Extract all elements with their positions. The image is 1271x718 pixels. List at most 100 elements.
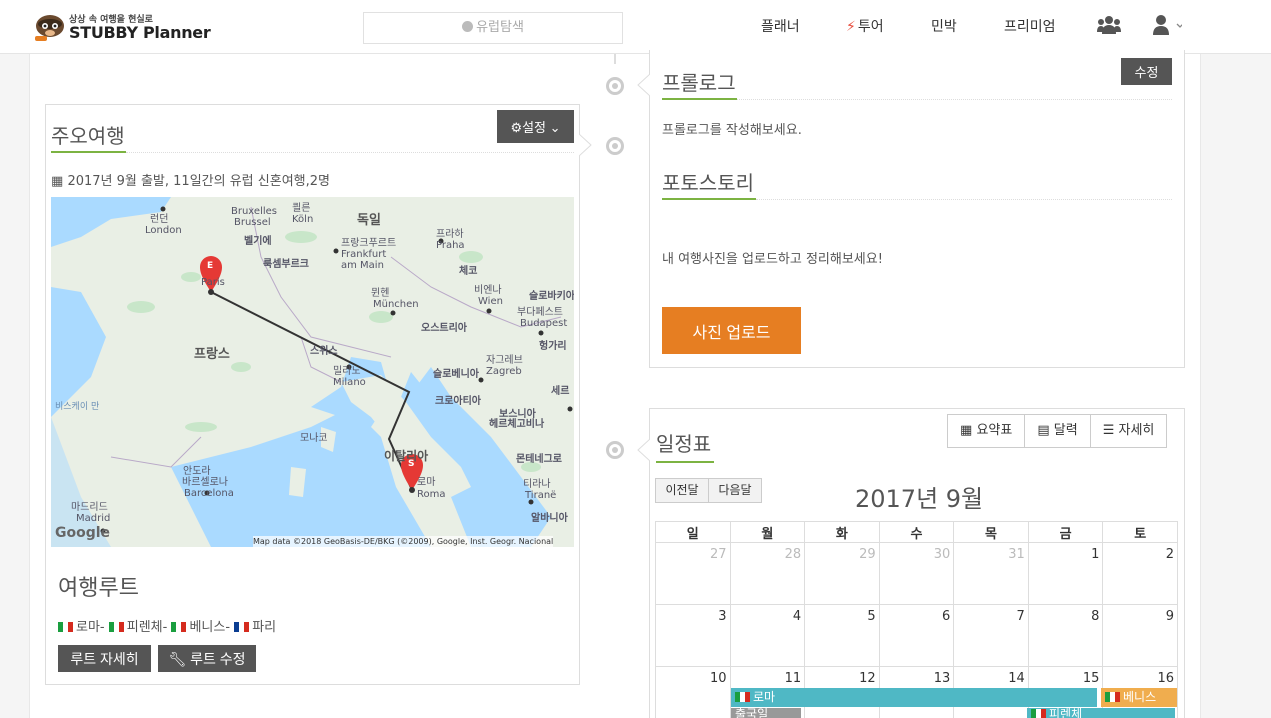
- map-label: 비엔나: [474, 285, 502, 296]
- calendar-day[interactable]: 1: [1027, 542, 1104, 605]
- weekday-header: 금: [1027, 521, 1104, 543]
- next-month-button[interactable]: 다음달: [708, 478, 762, 503]
- nav-premium[interactable]: 프리미엄: [1004, 16, 1056, 36]
- italy-flag-icon: [735, 692, 750, 702]
- view-tabs: ▦ 요약표 ▤ 달력 ☰ 자세히: [947, 414, 1168, 448]
- calendar-day[interactable]: 7: [953, 604, 1029, 667]
- italy-flag-icon: [171, 622, 187, 632]
- map-label: München: [373, 299, 419, 310]
- italy-flag-icon: [108, 622, 124, 632]
- schedule-title: 일정표: [656, 432, 712, 456]
- trip-summary-text: 2017년 9월 출발, 11일간의 유럽 신혼여행,2명: [67, 174, 330, 189]
- italy-flag-icon: [1031, 709, 1046, 718]
- prev-month-button[interactable]: 이전달: [655, 478, 709, 503]
- route-detail-button[interactable]: 루트 자세히: [58, 645, 151, 672]
- calendar-day[interactable]: 2: [1102, 542, 1178, 605]
- calendar-day[interactable]: 10: [655, 666, 731, 718]
- timeline-line: [614, 54, 616, 64]
- timeline-dot: [606, 441, 624, 459]
- calendar-day[interactable]: 4: [729, 604, 806, 667]
- nav-minbak[interactable]: 민박: [931, 16, 957, 36]
- calendar-day[interactable]: 28: [729, 542, 806, 605]
- map-label: 알바니아: [531, 513, 568, 524]
- nav-planner[interactable]: 플래너: [761, 16, 800, 36]
- list-icon: ☰: [1102, 423, 1115, 438]
- tab-calendar[interactable]: ▤ 달력: [1025, 415, 1091, 447]
- marker-label: S: [408, 459, 415, 469]
- map-label: Bruxelles: [231, 206, 277, 217]
- event-bar-departure[interactable]: 출국일: [731, 708, 801, 718]
- dog-mascot-icon: [35, 15, 64, 41]
- user-menu-icon[interactable]: [1152, 14, 1182, 36]
- tab-summary[interactable]: ▦ 요약표: [948, 415, 1026, 447]
- map-label: 바르셀로나: [182, 477, 228, 488]
- event-label: 피렌체: [1049, 708, 1083, 718]
- globe-icon: [462, 21, 474, 32]
- event-bar-venice[interactable]: 베니스: [1101, 688, 1177, 707]
- map-label: 비스케이 만: [55, 402, 100, 412]
- tab-detail[interactable]: ☰ 자세히: [1090, 415, 1167, 447]
- calendar-day[interactable]: 30: [878, 542, 955, 605]
- calendar-icon: ▦: [51, 174, 64, 189]
- map-label: 자그레브: [486, 355, 523, 366]
- map-label: Brussel: [234, 217, 271, 228]
- event-bar-florence[interactable]: 피렌체: [1027, 708, 1175, 718]
- map-label: am Main: [341, 260, 384, 271]
- weekday-header: 일: [655, 521, 731, 543]
- map-label: 티라나: [523, 479, 551, 490]
- route-edit-button[interactable]: 🔧︎ 루트 수정: [158, 645, 256, 672]
- calendar-day[interactable]: 29: [804, 542, 880, 605]
- nav-tour[interactable]: ⚡ 투어: [846, 16, 884, 36]
- timeline-dot: [606, 137, 624, 155]
- title-underline: [656, 461, 714, 463]
- calendar-day[interactable]: 8: [1027, 604, 1104, 667]
- event-label: 출국일: [735, 708, 769, 718]
- calendar-day[interactable]: 31: [953, 542, 1029, 605]
- divider: [126, 152, 574, 153]
- italy-flag-icon: [1105, 692, 1120, 702]
- map-label: 쾰른: [292, 203, 311, 214]
- calendar-day[interactable]: 27: [655, 542, 731, 605]
- map-label: Zagreb: [486, 366, 522, 377]
- map-label: 독일: [357, 213, 381, 228]
- divider: [737, 99, 1172, 100]
- calendar-day[interactable]: 6: [878, 604, 955, 667]
- map-label: 부다페스트: [517, 307, 563, 318]
- calendar-day[interactable]: 9: [1102, 604, 1178, 667]
- map-label: Madrid: [76, 513, 111, 524]
- edit-button[interactable]: 수정: [1121, 58, 1172, 85]
- map-label: 프랑크푸르트: [341, 238, 397, 249]
- calendar-day[interactable]: 5: [804, 604, 880, 667]
- map-label: Wien: [478, 296, 503, 307]
- gear-icon: ⚙: [510, 120, 523, 135]
- settings-button[interactable]: ⚙설정 ⌄: [497, 110, 574, 143]
- upload-photo-button[interactable]: 사진 업로드: [662, 307, 801, 354]
- search-input[interactable]: 유럽탐색: [363, 12, 623, 44]
- map-label: 모나코: [300, 433, 328, 444]
- route-map[interactable]: 런던 London Bruxelles Brussel 벨기에 쾰른 Köln …: [51, 197, 574, 547]
- divider: [756, 199, 1172, 200]
- map-label: 오스트리아: [421, 323, 467, 334]
- top-navbar: 상상 속 여행을 현실로 STUBBY Planner 유럽탐색 플래너 ⚡ 투어…: [0, 0, 1271, 54]
- map-label: 세르: [551, 386, 570, 397]
- map-attribution: Map data ©2018 GeoBasis-DE/BKG (©2009), …: [253, 536, 554, 547]
- map-label: 체코: [459, 266, 478, 277]
- calendar-day[interactable]: 3: [655, 604, 731, 667]
- prologue-placeholder[interactable]: 프롤로그를 작성해보세요.: [662, 119, 802, 138]
- users-icon[interactable]: [1097, 14, 1121, 36]
- route-stop: 피렌체: [126, 620, 163, 635]
- calendar-month-title: 2017년 9월: [855, 485, 984, 513]
- tab-label: 자세히: [1118, 423, 1155, 438]
- map-label: Budapest: [520, 318, 568, 329]
- map-label: 프랑스: [194, 347, 230, 362]
- map-label: 몬테네그로: [516, 454, 562, 465]
- map-label: 이탈리아: [384, 449, 429, 463]
- map-label: 벨기에: [244, 236, 272, 247]
- map-label: Barcelona: [184, 488, 234, 499]
- map-label: 프라하: [436, 229, 464, 240]
- search-placeholder: 유럽탐색: [476, 20, 524, 35]
- stubby-logo[interactable]: 상상 속 여행을 현실로 STUBBY Planner: [33, 10, 211, 44]
- map-label: London: [145, 225, 182, 236]
- route-stop: 베니스: [189, 620, 226, 635]
- event-bar-rome[interactable]: 로마: [731, 688, 1097, 707]
